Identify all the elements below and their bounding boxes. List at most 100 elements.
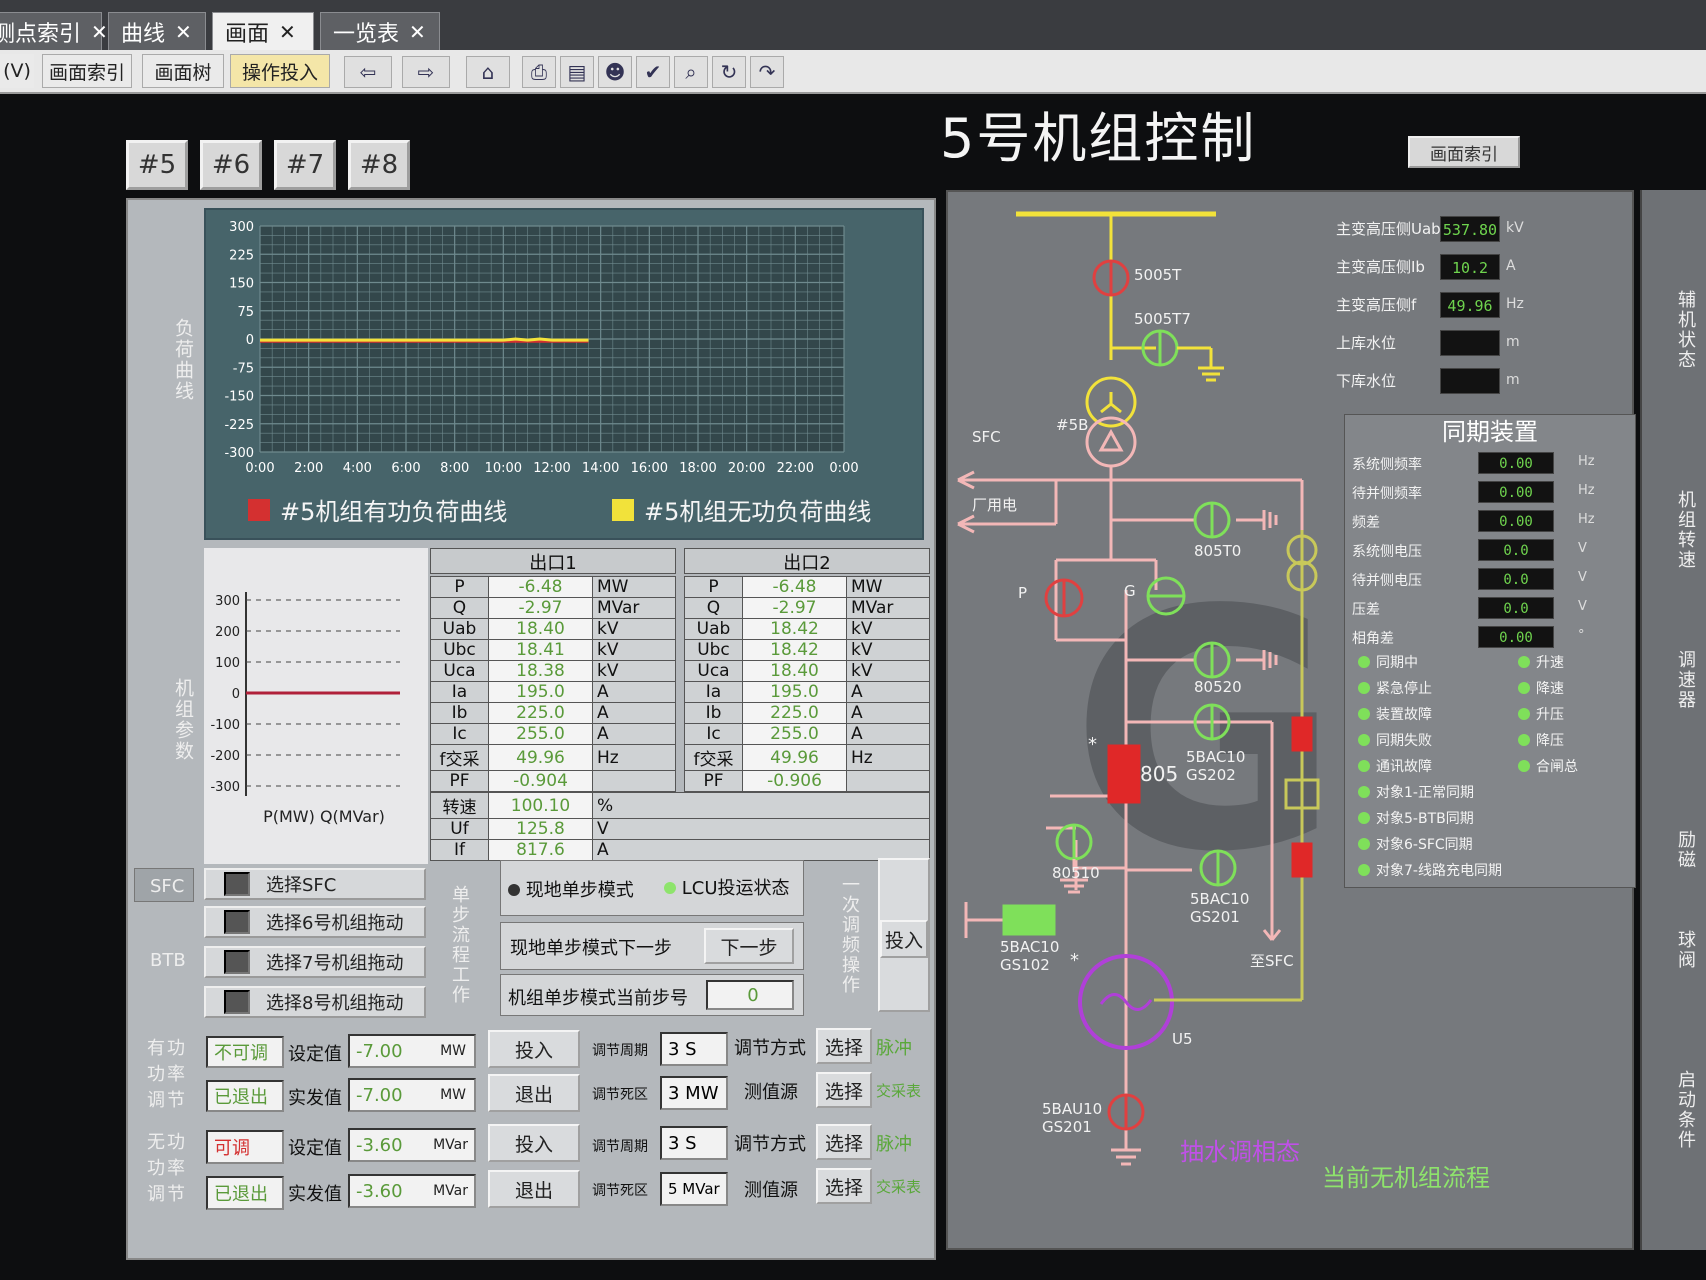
active-period-value[interactable]: 3 S [660,1032,728,1066]
label-to-sfc: 至SFC [1250,952,1294,970]
active-deadband-value[interactable]: 3 MW [660,1076,728,1110]
active-source-select-button[interactable]: 选择 [816,1072,872,1108]
lcu-state-label: LCU投运状态 [681,878,790,899]
reactive-enable-button[interactable]: 投入 [488,1124,580,1162]
select-btb-6[interactable]: 选择6号机组拖动 [204,906,426,938]
reactive-status-exited: 已退出 [206,1176,284,1210]
unit6-button[interactable]: #6 [200,140,262,190]
reactive-set-number: -3.60 [356,1134,403,1156]
search-icon[interactable]: ⌕ [674,56,708,88]
unit7-button[interactable]: #7 [274,140,336,190]
tab-overview[interactable]: 一览表 ✕ [320,12,440,50]
forward-arrow-icon[interactable]: ⇨ [402,56,450,88]
reactive-deadband-value[interactable]: 5 MVar [660,1172,728,1206]
unit8-button[interactable]: #8 [348,140,410,190]
param-row: 转速 100.10% [430,792,930,819]
tab-label: 一览表 [333,21,400,47]
operation-enable-button[interactable]: 操作投入 [230,54,330,88]
reactive-exit-button[interactable]: 退出 [488,1170,580,1208]
user-icon[interactable]: ☻ [598,56,632,88]
sync-value: 0.0 [1478,539,1554,561]
select-sfc[interactable]: 选择SFC [204,868,426,900]
side-nav-item[interactable]: 辅机状态 [1672,290,1698,370]
load-curve-panel: 300 225 150 75 0 -75 -150 -225 -300 0:00 2:00 4:00 6… [204,208,924,540]
label-P: P [1018,584,1028,602]
breaker-805[interactable] [1107,744,1141,804]
next-step-button[interactable]: 下一步 [704,928,794,964]
active-real-label: 实发值 [288,1088,342,1109]
legend-active: #5机组有功负荷曲线 [248,492,507,527]
toolbar: (V) 画面索引 画面树 操作投入 ⇦ ⇨ ⌂ ⎙ ▤ ☻ ✔ ⌕ ↻ ↷ [0,50,1706,94]
home-icon[interactable]: ⌂ [466,56,510,88]
meas-value: 49.96 [1440,292,1500,318]
breaker-aux-upper[interactable] [1291,716,1313,752]
param-value: 18.40 [488,618,593,640]
reactive-set-unit: MVar [433,1137,468,1153]
primary-freq-enable-button[interactable]: 投入 [880,920,928,958]
screen-tree-button[interactable]: 画面树 [142,54,224,88]
led-icon [1358,812,1370,824]
status-dot-off [508,884,520,896]
select-btb-8[interactable]: 选择8号机组拖动 [204,986,426,1018]
param-name: P [684,576,743,598]
redo-icon[interactable]: ↷ [750,56,784,88]
led-label: 对象7-线路充电同期 [1376,863,1502,879]
x-tick-label: 16:00 [631,461,668,476]
close-icon[interactable]: ✕ [91,20,108,44]
param-value: -0.906 [742,770,847,792]
active-exit-button[interactable]: 退出 [488,1074,580,1112]
active-set-value[interactable]: -7.00 MW [348,1034,476,1068]
view-menu[interactable]: (V) [0,54,34,88]
sync-value: 0.0 [1478,597,1554,619]
reactive-mode-select-button[interactable]: 选择 [816,1124,872,1160]
print-icon[interactable]: ⎙ [522,56,556,88]
meas-unit: m [1506,372,1520,388]
refresh-icon[interactable]: ↻ [712,56,746,88]
close-icon[interactable]: ✕ [409,20,426,44]
x-tick-label: 4:00 [343,461,372,476]
screen-index-button[interactable]: 画面索引 [42,54,132,88]
sfc-label: SFC [150,876,185,897]
tab-measure-index[interactable]: 测点索引 ✕ [0,12,108,50]
sync-led-left: 对象7-线路充电同期 [1358,860,1502,880]
unit5-button[interactable]: #5 [126,140,188,190]
sync-label: 待并侧频率 [1352,486,1422,502]
close-icon[interactable]: ✕ [175,20,192,44]
sync-unit: Hz [1578,512,1595,527]
series-line-1 [260,337,589,342]
param-row: Ib 225.0 A [684,702,930,724]
reactive-period-label: 调节周期 [592,1139,648,1155]
reactive-set-value[interactable]: -3.60 MVar [348,1128,476,1162]
print-preview-icon[interactable]: ▤ [560,56,594,88]
side-nav-item[interactable]: 启动条件 [1672,1070,1698,1150]
label-U5: U5 [1172,1030,1193,1048]
side-nav-item[interactable]: 球阀 [1672,930,1698,970]
tab-curve[interactable]: 曲线 ✕ [108,12,206,50]
check-icon[interactable]: ✔ [636,56,670,88]
side-nav-item[interactable]: 励磁 [1672,830,1698,870]
outlet2-table: P -6.48 MW Q -2.97 MVar Uab 18.42 kV Ubc 18.42 kV Uc… [684,576,930,792]
active-enable-button[interactable]: 投入 [488,1030,580,1068]
select-btb-7[interactable]: 选择7号机组拖动 [204,946,426,978]
screen-index-button-main[interactable]: 画面索引 [1408,136,1520,168]
active-mode-select-button[interactable]: 选择 [816,1028,872,1064]
reactive-real-label: 实发值 [288,1184,342,1205]
pq-chart-panel: 300 200 100 0 -100 -200 -300 P(MW) Q(MVar) [204,548,428,864]
tab-label: 测点索引 [0,21,82,47]
breaker-aux-lower[interactable] [1291,842,1313,878]
reactive-period-value[interactable]: 3 S [660,1126,728,1160]
param-name: Uf [430,818,489,840]
back-arrow-icon[interactable]: ⇦ [344,56,392,88]
reactive-source-select-button[interactable]: 选择 [816,1168,872,1204]
section-label-active-power: 有功功率调节 [147,1038,187,1111]
param-value: 125.8 [488,818,593,840]
param-row: If 817.6 A [430,839,930,861]
tab-screen[interactable]: 画面 ✕ [212,12,314,50]
side-nav-item[interactable]: 调速器 [1672,650,1698,710]
close-icon[interactable]: ✕ [279,20,296,44]
switch-5BAC10-GS102[interactable] [1002,904,1056,936]
x-tick-label: 6:00 [391,461,420,476]
led-icon [1358,864,1370,876]
param-value: 195.0 [742,681,847,703]
side-nav-item[interactable]: 机组转速 [1672,490,1698,570]
